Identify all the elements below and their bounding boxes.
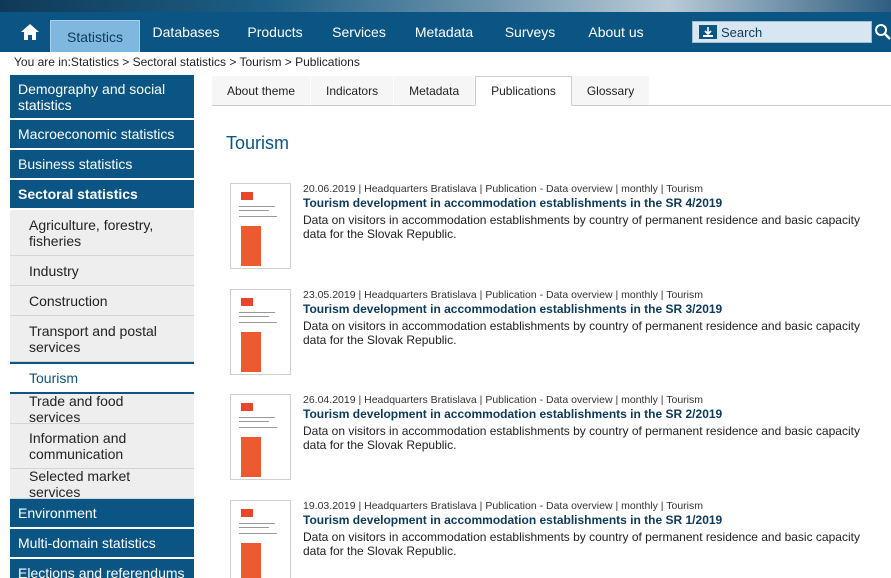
sidebar-item-multi-domain[interactable]: Multi-domain statistics bbox=[10, 529, 194, 559]
sidebar-item-trade[interactable]: Trade and food services bbox=[10, 393, 194, 425]
sidebar-item-tourism[interactable]: Tourism bbox=[10, 362, 194, 394]
nav-products[interactable]: Products bbox=[232, 12, 318, 52]
nav-services[interactable]: Services bbox=[318, 12, 400, 52]
publication-title[interactable]: Tourism development in accommodation est… bbox=[303, 407, 722, 421]
sidebar-item-market-services[interactable]: Selected market services bbox=[10, 468, 194, 500]
tab-glossary[interactable]: Glossary bbox=[571, 76, 651, 105]
sidebar-item-business[interactable]: Business statistics bbox=[10, 150, 194, 180]
publication-title[interactable]: Tourism development in accommodation est… bbox=[303, 196, 722, 210]
tab-about-theme[interactable]: About theme bbox=[212, 76, 312, 105]
home-button[interactable] bbox=[10, 12, 50, 52]
sidebar-item-information[interactable]: Information and communication bbox=[10, 424, 194, 469]
search-icon[interactable] bbox=[874, 22, 891, 42]
cover-logo-icon bbox=[241, 403, 253, 411]
publication-title[interactable]: Tourism development in accommodation est… bbox=[303, 302, 722, 316]
publication-meta: 23.05.2019 | Headquarters Bratislava | P… bbox=[303, 289, 703, 301]
publication-description: Data on visitors in accommodation establ… bbox=[303, 424, 860, 452]
main-nav: Statistics Databases Products Services M… bbox=[0, 12, 891, 52]
publication-title[interactable]: Tourism development in accommodation est… bbox=[303, 513, 722, 527]
tab-indicators[interactable]: Indicators bbox=[311, 76, 395, 105]
sidebar-item-demography[interactable]: Demography and social statistics bbox=[10, 75, 194, 120]
nav-metadata[interactable]: Metadata bbox=[400, 12, 488, 52]
nav-databases[interactable]: Databases bbox=[140, 12, 232, 52]
sidebar: Demography and social statistics Macroec… bbox=[10, 75, 194, 578]
sidebar-item-agriculture[interactable]: Agriculture, forestry, fisheries bbox=[10, 210, 194, 256]
search-input[interactable]: Search bbox=[692, 21, 872, 43]
publication-description: Data on visitors in accommodation establ… bbox=[303, 213, 860, 241]
sidebar-item-elections[interactable]: Elections and referendums bbox=[10, 559, 194, 578]
tab-metadata[interactable]: Metadata bbox=[394, 76, 476, 105]
sidebar-item-industry[interactable]: Industry bbox=[10, 256, 194, 286]
nav-surveys[interactable]: Surveys bbox=[488, 12, 572, 52]
publication-thumbnail[interactable] bbox=[230, 183, 291, 269]
publication-description: Data on visitors in accommodation establ… bbox=[303, 530, 860, 558]
sidebar-item-construction[interactable]: Construction bbox=[10, 286, 194, 316]
publication-thumbnail[interactable] bbox=[230, 500, 291, 578]
download-icon bbox=[699, 25, 717, 39]
sidebar-item-sectoral[interactable]: Sectoral statistics bbox=[10, 180, 194, 210]
tab-bar: About theme Indicators Metadata Publicat… bbox=[212, 76, 891, 106]
tab-publications[interactable]: Publications bbox=[475, 76, 572, 106]
nav-statistics[interactable]: Statistics bbox=[50, 20, 140, 52]
publication-description: Data on visitors in accommodation establ… bbox=[303, 319, 860, 347]
nav-about-us[interactable]: About us bbox=[572, 12, 660, 52]
search-label: Search bbox=[721, 24, 763, 40]
home-icon bbox=[21, 24, 39, 40]
publication-thumbnail[interactable] bbox=[230, 289, 291, 375]
cover-logo-icon bbox=[241, 192, 253, 200]
cover-logo-icon bbox=[241, 298, 253, 306]
sidebar-item-environment[interactable]: Environment bbox=[10, 499, 194, 529]
publication-meta: 19.03.2019 | Headquarters Bratislava | P… bbox=[303, 500, 703, 512]
breadcrumb: You are in:Statistics > Sectoral statist… bbox=[14, 55, 360, 69]
sidebar-item-transport[interactable]: Transport and postal services bbox=[10, 316, 194, 362]
publication-meta: 20.06.2019 | Headquarters Bratislava | P… bbox=[303, 183, 703, 195]
cover-logo-icon bbox=[241, 509, 253, 517]
header-banner bbox=[0, 0, 891, 12]
publication-meta: 26.04.2019 | Headquarters Bratislava | P… bbox=[303, 394, 703, 406]
sidebar-item-macroeconomic[interactable]: Macroeconomic statistics bbox=[10, 120, 194, 150]
publication-thumbnail[interactable] bbox=[230, 394, 291, 480]
page-title: Tourism bbox=[226, 133, 290, 153]
